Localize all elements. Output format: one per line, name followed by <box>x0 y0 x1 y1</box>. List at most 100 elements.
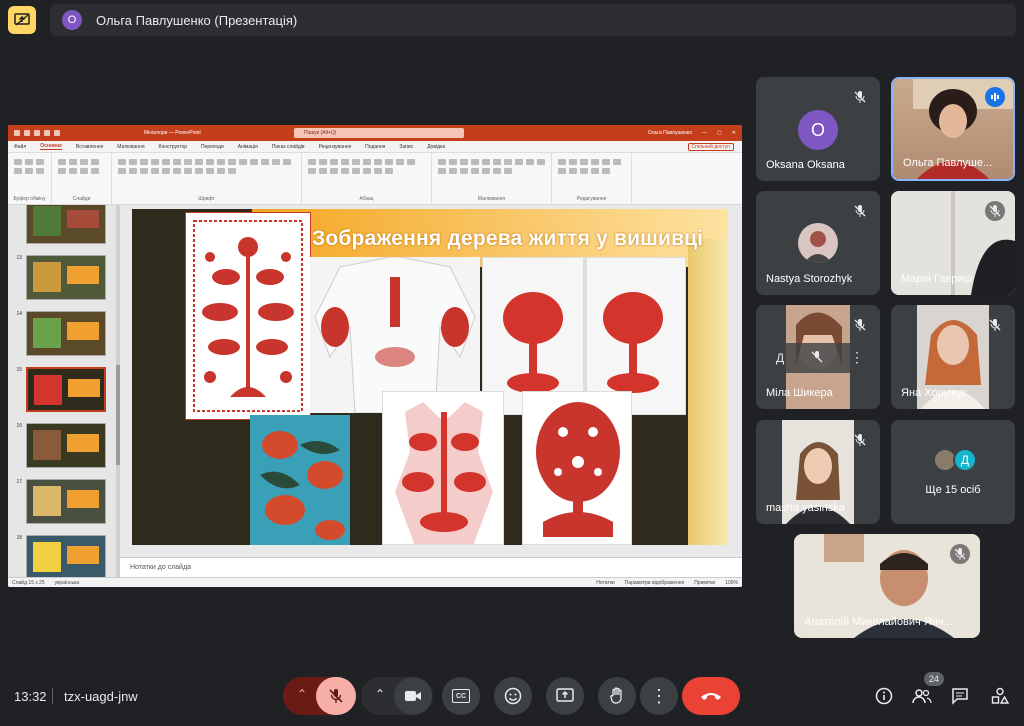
end-call-icon[interactable] <box>682 677 740 715</box>
status-zoom[interactable]: 100% <box>725 580 738 586</box>
meeting-code[interactable]: tzx-uagd-jnw <box>64 689 138 704</box>
pin-icon[interactable]: Д <box>776 351 784 365</box>
more-options-icon[interactable]: ⋮ <box>640 677 678 715</box>
share-button[interactable]: Спільний доступ <box>687 142 734 151</box>
ribbon-group-label: Малювання <box>477 196 506 202</box>
tile-hover-controls: Д ⋮ <box>766 343 870 373</box>
ribbon-group-label: Абзац <box>359 196 374 202</box>
presenter-title: Ольга Павлушенко (Презентація) <box>96 12 298 28</box>
ribbon-group: Шрифт <box>112 153 302 204</box>
participant-name: Nastya Storozhyk <box>766 273 853 285</box>
slide-thumbnail-row[interactable]: 14 <box>10 311 106 356</box>
ppt-menu: Файл Основне Вставлення Малювання Конструкто… <box>8 141 742 153</box>
embroidery-image-4 <box>250 415 350 545</box>
camera-icon[interactable] <box>394 677 432 715</box>
ppt-menu-item[interactable]: Показ слайдів <box>272 144 305 150</box>
slide-number: 16 <box>16 423 22 429</box>
more-options-icon[interactable]: ⋮ <box>850 349 864 366</box>
participant-tile-others[interactable]: Д Ще 15 осіб <box>891 420 1015 524</box>
ppt-menu-item[interactable]: Файл <box>14 144 26 150</box>
ribbon-group: Буфер обміну <box>8 153 52 204</box>
mute-participant-icon[interactable] <box>810 350 824 369</box>
slide-number: 15 <box>16 367 22 373</box>
call-controls-bar: 13:32 tzx-uagd-jnw ⌃ ⌃ CC ⋮ <box>0 666 1024 726</box>
slide-thumbnail[interactable] <box>26 311 106 356</box>
meeting-time: 13:32 <box>14 688 47 704</box>
emoji-icon[interactable] <box>494 677 532 715</box>
slide-edit-area: Зображення дерева життя у вишивці Нотатк… <box>120 205 742 577</box>
present-icon[interactable] <box>546 677 584 715</box>
ppt-status-bar: Слайд 15 з 25 українська Нотатки Парамет… <box>8 577 742 587</box>
status-notes-button[interactable]: Нотатки <box>596 580 614 586</box>
window-controls: — ▢ ✕ <box>702 130 736 136</box>
ribbon-group: Слайди <box>52 153 112 204</box>
participant-tile-maria[interactable]: Марія Гавриш <box>891 191 1015 295</box>
participant-tile-yana[interactable]: Яна Хоружук <box>891 305 1015 409</box>
slide-thumbnail-row[interactable]: 15 <box>10 367 106 412</box>
participant-tile-masha[interactable]: masha yasinska <box>756 420 880 524</box>
embroidery-image-1 <box>185 212 311 420</box>
captions-label: CC <box>452 689 470 703</box>
ppt-menu-item[interactable]: Переходи <box>201 144 224 150</box>
quick-access-toolbar <box>14 130 144 136</box>
participant-tile-olga[interactable]: Ольга Павлуше... <box>891 77 1015 181</box>
notes-pane[interactable]: Нотатки до слайда <box>120 557 742 577</box>
participant-tile-nastya[interactable]: Nastya Storozhyk <box>756 191 880 295</box>
mic-off-icon <box>950 544 970 564</box>
ribbon-group: Редагування <box>552 153 632 204</box>
mic-off-icon[interactable] <box>316 677 356 715</box>
chat-icon[interactable] <box>944 677 976 715</box>
ppt-menu-item[interactable]: Вставлення <box>76 144 103 150</box>
slide-title: Зображення дерева життя у вишивці <box>312 227 704 250</box>
embroidery-image-6 <box>522 391 632 545</box>
presenter-avatar: О <box>62 10 82 30</box>
chevron-up-icon: ⌃ <box>297 687 308 701</box>
ribbon-group-label: Шрифт <box>198 196 215 202</box>
slide-thumbnail-row[interactable]: 18 <box>10 535 106 577</box>
slide-thumbnail[interactable] <box>26 479 106 524</box>
participant-name: Міла Шикера <box>766 387 833 399</box>
slide-thumbnails: 13 14 15 16 17 18 <box>8 205 120 577</box>
ppt-menu-item[interactable]: Основне <box>40 143 62 150</box>
mic-off-icon <box>850 201 870 221</box>
other-participants-avatars: Д <box>933 448 977 472</box>
slide-thumbnail-row[interactable]: 16 <box>10 423 106 468</box>
participant-tile-oksana[interactable]: O Oksana Oksana <box>756 77 880 181</box>
avatar <box>798 223 838 263</box>
captions-icon[interactable]: CC <box>442 677 480 715</box>
slide-thumbnail-row[interactable]: 13 <box>10 255 106 300</box>
participant-tile-mila[interactable]: Д ⋮ Міла Шикера <box>756 305 880 409</box>
ribbon-group: Абзац <box>302 153 432 204</box>
ppt-titlebar: Мініатюри — PowerPoint Пошук (Alt+Q) Оль… <box>8 125 742 141</box>
embroidery-image-2 <box>310 257 480 413</box>
shared-screen: Мініатюри — PowerPoint Пошук (Alt+Q) Оль… <box>8 125 742 587</box>
ppt-menu-item[interactable]: Рецензування <box>319 144 352 150</box>
ppt-menu-item[interactable]: Конструктор <box>159 144 188 150</box>
ppt-menu-item[interactable]: Анімація <box>238 144 258 150</box>
slide-thumbnail[interactable] <box>26 423 106 468</box>
present-to-all-icon[interactable] <box>8 6 36 34</box>
slide-thumbnail[interactable] <box>26 367 106 412</box>
slide-number: 13 <box>16 255 22 261</box>
ppt-menu-item[interactable]: Малювання <box>117 144 144 150</box>
activities-icon[interactable] <box>984 677 1016 715</box>
chevron-up-icon: ⌃ <box>375 687 386 701</box>
status-comments-button[interactable]: Примітки <box>694 580 715 586</box>
slide-thumbnail[interactable] <box>26 255 106 300</box>
presenter-bar: О Ольга Павлушенко (Презентація) <box>50 4 1016 36</box>
ppt-menu-item[interactable]: Довідка <box>427 144 445 150</box>
status-language: українська <box>54 579 80 586</box>
more-participants-label: Ще 15 осіб <box>925 484 981 496</box>
avatar: Д <box>953 448 977 472</box>
slide-thumbnail-row[interactable]: 17 <box>10 479 106 524</box>
raise-hand-icon[interactable] <box>598 677 636 715</box>
ribbon-group: Малювання <box>432 153 552 204</box>
ppt-filename: Мініатюри — PowerPoint <box>144 130 201 136</box>
slide-thumbnail[interactable] <box>26 535 106 577</box>
status-display-button[interactable]: Параметри відображення <box>625 580 685 586</box>
ppt-menu-item[interactable]: Подання <box>365 144 385 150</box>
info-icon[interactable] <box>868 677 900 715</box>
participant-tile-anatolii[interactable]: Анатолій Миколайович Янч... <box>794 534 980 638</box>
people-count-badge: 24 <box>924 672 944 686</box>
ppt-menu-item[interactable]: Запис <box>399 144 413 150</box>
